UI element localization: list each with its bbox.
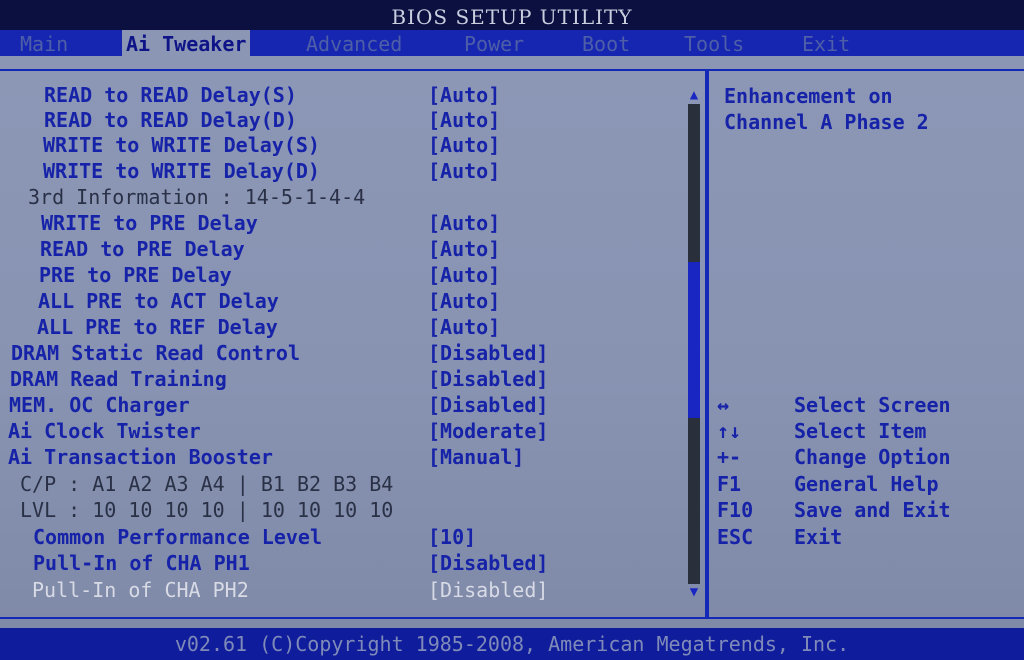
setting-row[interactable]: WRITE to WRITE Delay(D) [43, 158, 320, 184]
tab-advanced[interactable]: Advanced [306, 30, 402, 56]
setting-label: WRITE to WRITE Delay(S) [43, 133, 320, 157]
scroll-down-icon[interactable]: ▼ [685, 584, 703, 600]
setting-row[interactable]: MEM. OC Charger [9, 392, 190, 418]
setting-value[interactable]: [Disabled] [428, 550, 548, 576]
tab-exit[interactable]: Exit [802, 30, 850, 56]
setting-row[interactable]: DRAM Static Read Control [11, 340, 300, 366]
setting-value[interactable]: [Manual] [428, 444, 524, 470]
top-border [0, 69, 1024, 71]
tab-ai-tweaker[interactable]: Ai Tweaker [122, 30, 251, 56]
bottom-border [0, 617, 1024, 619]
f10-key: F10 [717, 498, 754, 522]
setting-label: Pull-In of CHA PH1 [33, 551, 250, 575]
setting-row[interactable]: Common Performance Level [33, 524, 322, 550]
setting-row[interactable]: READ to READ Delay(D) [44, 107, 297, 133]
setting-row[interactable]: READ to READ Delay(S) [44, 82, 297, 108]
setting-label: DRAM Read Training [10, 367, 227, 391]
setting-label: READ to PRE Delay [40, 237, 245, 261]
plus-minus-key: +- [717, 445, 742, 469]
setting-row[interactable]: ALL PRE to ACT Delay [38, 288, 279, 314]
setting-label: Ai Transaction Booster [8, 445, 273, 469]
setting-row[interactable]: DRAM Read Training [10, 366, 227, 392]
setting-row[interactable]: READ to PRE Delay [40, 236, 245, 262]
scrollbar-thumb[interactable] [688, 262, 700, 418]
setting-value[interactable]: [Disabled] [428, 392, 548, 418]
setting-label: WRITE to WRITE Delay(D) [43, 159, 320, 183]
channel-header-text: C/P : A1 A2 A3 A4 | B1 B2 B3 B4 [20, 472, 394, 496]
esc-key: ESC [717, 525, 754, 549]
timing-info-text: 3rd Information : 14-5-1-4-4 [28, 185, 366, 209]
setting-row[interactable]: WRITE to PRE Delay [41, 210, 258, 236]
f1-key: F1 [717, 472, 742, 496]
setting-value[interactable]: [Auto] [428, 107, 500, 133]
setting-row[interactable]: PRE to PRE Delay [39, 262, 232, 288]
setting-value[interactable]: [Auto] [428, 314, 500, 340]
setting-label: Pull-In of CHA PH2 [32, 578, 249, 602]
setting-value[interactable]: [Auto] [428, 82, 500, 108]
setting-label: DRAM Static Read Control [11, 341, 300, 365]
setting-label: Common Performance Level [33, 525, 322, 549]
setting-label: MEM. OC Charger [9, 393, 190, 417]
setting-row[interactable]: Pull-In of CHA PH1 [33, 550, 250, 576]
tab-tools[interactable]: Tools [684, 30, 744, 56]
setting-label: READ to READ Delay(D) [44, 108, 297, 132]
key-description: Select Item [794, 419, 927, 443]
setting-value[interactable]: [Auto] [428, 262, 500, 288]
setting-value[interactable]: [Auto] [428, 236, 500, 262]
setting-value[interactable]: [Disabled] [428, 577, 548, 603]
info-row: C/P : A1 A2 A3 A4 | B1 B2 B3 B4 [20, 471, 393, 497]
setting-row[interactable]: Ai Transaction Booster [8, 444, 273, 470]
window-title: BIOS SETUP UTILITY [0, 0, 1024, 30]
up-down-arrows-icon: ↑↓ [717, 419, 742, 443]
setting-row[interactable]: Ai Clock Twister [8, 418, 201, 444]
setting-value[interactable]: [Auto] [428, 132, 500, 158]
setting-value[interactable]: [Auto] [428, 288, 500, 314]
help-line: Enhancement on [724, 84, 893, 108]
level-values-text: LVL : 10 10 10 10 | 10 10 10 10 [20, 498, 394, 522]
setting-label: Ai Clock Twister [8, 419, 201, 443]
setting-row[interactable]: WRITE to WRITE Delay(S) [43, 132, 320, 158]
key-description: Change Option [794, 445, 951, 469]
setting-value[interactable]: [Auto] [428, 158, 500, 184]
help-panel: Enhancement on Channel A Phase 2 [724, 83, 1014, 135]
tab-underline [0, 56, 1024, 70]
tab-bar: Main Ai Tweaker Advanced Power Boot Tool… [0, 30, 1024, 56]
setting-row-selected[interactable]: Pull-In of CHA PH2 [32, 577, 249, 603]
setting-label: WRITE to PRE Delay [41, 211, 258, 235]
info-row: LVL : 10 10 10 10 | 10 10 10 10 [20, 497, 393, 523]
tab-boot[interactable]: Boot [582, 30, 630, 56]
info-row: 3rd Information : 14-5-1-4-4 [28, 184, 365, 210]
help-line: Channel A Phase 2 [724, 110, 929, 134]
setting-value[interactable]: [Disabled] [428, 340, 548, 366]
key-description: Select Screen [794, 393, 951, 417]
setting-value[interactable]: [10] [428, 524, 476, 550]
tab-power[interactable]: Power [464, 30, 524, 56]
setting-value[interactable]: [Auto] [428, 210, 500, 236]
setting-row[interactable]: ALL PRE to REF Delay [37, 314, 278, 340]
tab-main[interactable]: Main [20, 30, 68, 56]
copyright-footer: v02.61 (C)Copyright 1985-2008, American … [0, 628, 1024, 660]
key-description: Save and Exit [794, 498, 951, 522]
setting-label: READ to READ Delay(S) [44, 83, 297, 107]
panel-divider [705, 70, 709, 618]
key-description: Exit [794, 525, 843, 549]
setting-label: PRE to PRE Delay [39, 263, 232, 287]
setting-value[interactable]: [Disabled] [428, 366, 548, 392]
key-description: General Help [794, 472, 939, 496]
setting-label: ALL PRE to REF Delay [37, 315, 278, 339]
setting-label: ALL PRE to ACT Delay [38, 289, 279, 313]
setting-value[interactable]: [Moderate] [428, 418, 548, 444]
scroll-up-icon[interactable]: ▲ [685, 87, 703, 103]
left-right-arrows-icon: ↔ [717, 393, 730, 417]
